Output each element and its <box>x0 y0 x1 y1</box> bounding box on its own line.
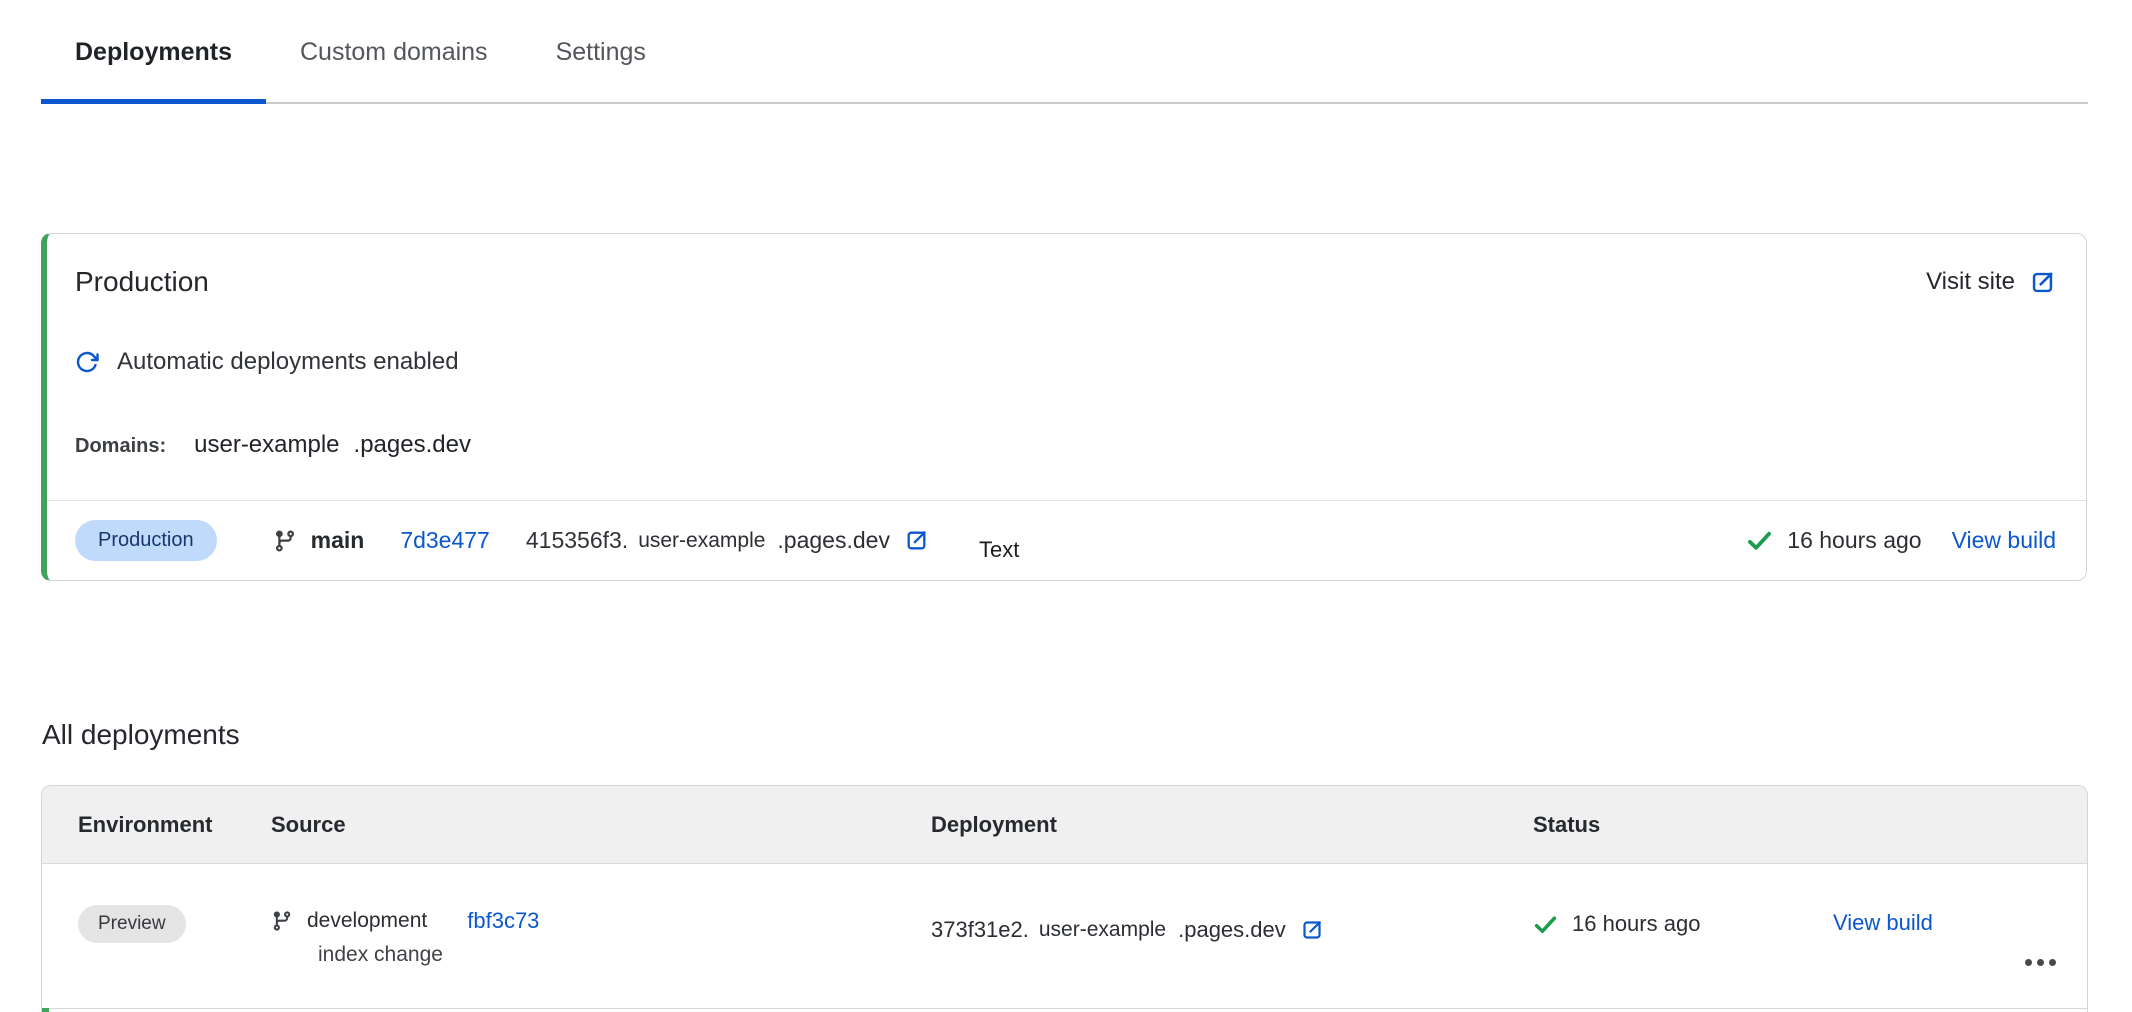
production-row-status: 16 hours ago View build <box>1746 527 2056 554</box>
deployments-table-header: Environment Source Deployment Status <box>42 786 2087 864</box>
deployments-table: Environment Source Deployment Status Pre… <box>41 785 2088 1012</box>
commit-link[interactable]: 7d3e477 <box>400 527 490 554</box>
domains-row: Domains: user-example .pages.dev <box>75 430 471 461</box>
production-deployment-row: Production main 7d3e477 415356f3. user-e… <box>75 501 2056 580</box>
all-deployments-heading: All deployments <box>42 719 240 751</box>
deployment-url-subdomain: user-example <box>638 529 765 553</box>
environment-badge-preview: Preview <box>78 905 186 943</box>
tab-deployments[interactable]: Deployments <box>41 0 266 104</box>
deployment-url-suffix: .pages.dev <box>1178 917 1286 943</box>
auto-deploy-text: Automatic deployments enabled <box>117 346 459 378</box>
deployment-table-row: Preview development fbf3c73 index change… <box>42 864 2087 1009</box>
column-header-environment: Environment <box>78 812 271 838</box>
production-card-header: Production Visit site <box>75 266 2056 298</box>
domain-subdomain: user-example <box>194 430 339 460</box>
column-header-source: Source <box>271 812 931 838</box>
row-menu-button[interactable] <box>2025 916 2087 1008</box>
domains-label: Domains: <box>75 431 166 461</box>
tab-custom-domains[interactable]: Custom domains <box>266 0 522 104</box>
tab-custom-domains-label: Custom domains <box>300 38 488 67</box>
column-header-status: Status <box>1533 812 1833 838</box>
branch-name: development <box>307 909 427 933</box>
status-time: 16 hours ago <box>1572 911 1700 937</box>
git-branch-icon <box>273 529 297 553</box>
success-check-icon <box>1533 912 1558 937</box>
production-card: Production Visit site Automatic deployme… <box>41 233 2087 581</box>
tab-settings[interactable]: Settings <box>522 0 680 104</box>
deployment-url-subdomain: user-example <box>1039 918 1166 942</box>
success-check-icon <box>1746 527 1773 554</box>
environment-badge-production: Production <box>75 520 217 561</box>
commit-link[interactable]: fbf3c73 <box>467 908 539 934</box>
deployment-url-hash: 415356f3. <box>526 527 628 554</box>
tabs: Deployments Custom domains Settings <box>41 0 2088 104</box>
domain-suffix: .pages.dev <box>354 430 471 460</box>
next-row-indicator <box>42 1008 49 1012</box>
git-branch-icon <box>271 910 293 932</box>
column-header-deployment: Deployment <box>931 812 1533 838</box>
visit-site-link[interactable]: Visit site <box>1926 268 2056 296</box>
auto-deploy-row: Automatic deployments enabled <box>75 346 459 378</box>
text-annotation: Text <box>979 537 1019 563</box>
ellipsis-icon <box>2025 959 2032 966</box>
tab-settings-label: Settings <box>556 38 646 67</box>
external-link-icon <box>2029 269 2056 296</box>
commit-message: index change <box>318 943 931 967</box>
pages-project-page: Deployments Custom domains Settings Prod… <box>0 0 2132 1012</box>
visit-site-label: Visit site <box>1926 268 2015 296</box>
deployment-url-suffix: .pages.dev <box>777 527 890 554</box>
tab-bar: Deployments Custom domains Settings <box>41 0 2088 104</box>
source-cell: development fbf3c73 index change <box>271 864 931 1008</box>
status-time: 16 hours ago <box>1787 527 1921 554</box>
view-build-link[interactable]: View build <box>1833 910 1933 935</box>
status-cell: 16 hours ago <box>1533 908 1833 940</box>
deployment-url-external-link-icon[interactable] <box>1300 918 1324 942</box>
production-title: Production <box>75 266 209 298</box>
environment-cell: Preview <box>78 864 271 1008</box>
view-build-link[interactable]: View build <box>1952 527 2056 554</box>
branch-name: main <box>311 527 365 554</box>
deployment-url-external-link-icon[interactable] <box>904 528 929 553</box>
deployment-cell: 373f31e2. user-example .pages.dev <box>931 908 1533 952</box>
tab-deployments-label: Deployments <box>75 38 232 67</box>
refresh-icon <box>75 350 99 374</box>
deployment-url-hash: 373f31e2. <box>931 917 1029 943</box>
view-build-cell: View build <box>1833 910 2025 1008</box>
